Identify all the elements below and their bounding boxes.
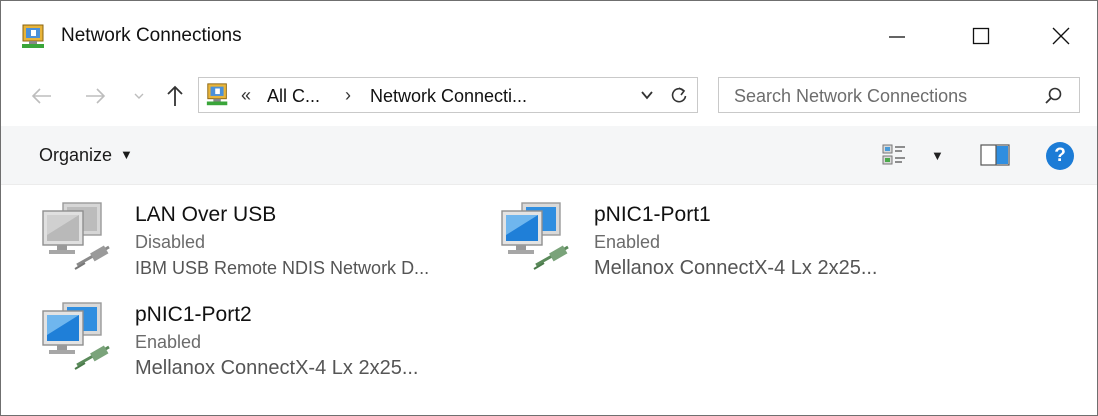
list-item[interactable]: pNIC1-Port1 Enabled Mellanox ConnectX-4 … (498, 199, 948, 291)
connection-name: LAN Over USB (135, 203, 277, 226)
network-adapter-icon (42, 302, 110, 370)
command-bar: Organize ▼ ▼ ? (1, 126, 1097, 185)
help-icon: ? (1054, 145, 1066, 166)
minimize-icon (889, 36, 905, 38)
list-item[interactable]: LAN Over USB Disabled IBM USB Remote NDI… (39, 199, 489, 291)
organize-label: Organize (39, 145, 113, 165)
refresh-icon[interactable] (669, 85, 689, 105)
connection-name: pNIC1-Port2 (135, 303, 252, 326)
window-title: Network Connections (61, 25, 242, 46)
navigation-bar: « All C... › Network Connecti... Search … (1, 71, 1097, 123)
connection-status: Disabled (135, 232, 206, 252)
connection-device: Mellanox ConnectX-4 Lx 2x25... (135, 357, 419, 379)
breadcrumb-network-connections[interactable]: Network Connecti... (370, 86, 527, 107)
close-button[interactable] (1031, 13, 1091, 59)
organize-menu-button[interactable]: Organize ▼ (39, 145, 133, 166)
connection-device: Mellanox ConnectX-4 Lx 2x25... (594, 257, 878, 279)
search-box[interactable]: Search Network Connections (718, 77, 1080, 113)
connection-status: Enabled (135, 332, 202, 352)
breadcrumb-separator[interactable]: › (345, 85, 351, 106)
connection-device: IBM USB Remote NDIS Network D... (135, 258, 430, 278)
chevron-down-icon (134, 93, 144, 99)
search-icon[interactable] (1044, 86, 1064, 106)
address-dropdown-icon[interactable] (639, 87, 655, 103)
forward-arrow-icon (86, 88, 106, 104)
maximize-icon (972, 27, 990, 45)
back-arrow-icon (31, 88, 51, 104)
help-button[interactable]: ? (1046, 142, 1074, 170)
network-adapter-disabled-icon (42, 202, 110, 270)
address-bar[interactable]: « All C... › Network Connecti... (198, 77, 698, 113)
up-arrow-icon (167, 85, 183, 106)
connection-name: pNIC1-Port1 (594, 203, 711, 226)
recent-locations-button[interactable] (129, 83, 149, 109)
network-connections-icon (22, 24, 44, 48)
back-button[interactable] (27, 83, 57, 109)
network-adapter-icon (501, 202, 569, 270)
network-connections-icon (206, 83, 228, 106)
close-icon (1052, 27, 1070, 45)
list-item[interactable]: pNIC1-Port2 Enabled Mellanox ConnectX-4 … (39, 299, 489, 391)
view-options-caret-icon[interactable]: ▼ (931, 148, 944, 163)
maximize-button[interactable] (951, 13, 1011, 59)
breadcrumb-overflow[interactable]: « (241, 85, 251, 106)
change-view-icon[interactable] (881, 143, 907, 167)
preview-pane-icon[interactable] (980, 144, 1010, 166)
network-connections-window: Network Connections « All C... › Network… (0, 0, 1098, 416)
connection-status: Enabled (594, 232, 661, 252)
title-bar: Network Connections (1, 1, 1097, 71)
search-input[interactable]: Search Network Connections (734, 86, 967, 107)
forward-button[interactable] (80, 83, 110, 109)
caret-down-icon: ▼ (120, 147, 133, 162)
minimize-button[interactable] (867, 13, 927, 59)
breadcrumb-all-control-panel-items[interactable]: All C... (267, 86, 320, 107)
up-button[interactable] (161, 83, 189, 109)
